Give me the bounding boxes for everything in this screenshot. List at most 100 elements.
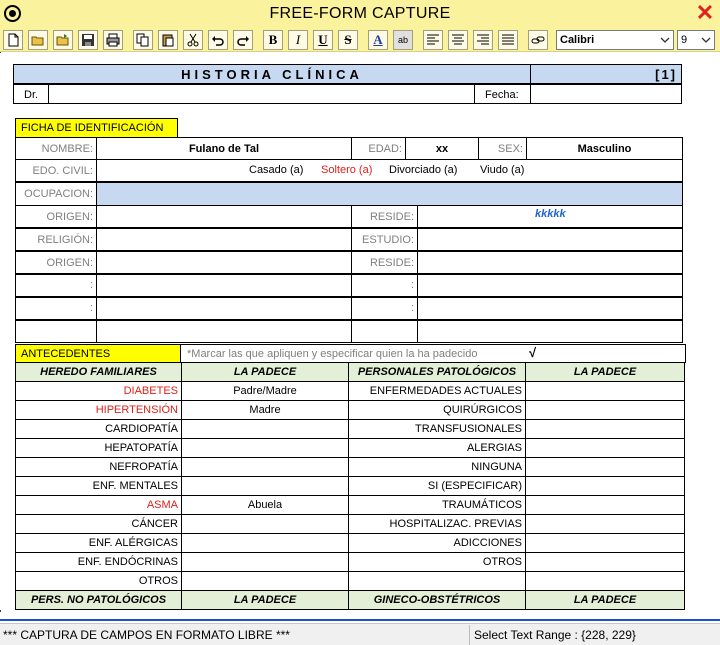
heredo-item-value[interactable] — [181, 438, 349, 458]
align-right-icon[interactable] — [473, 30, 493, 50]
heredo-item-value[interactable] — [181, 514, 349, 534]
open-folder-icon[interactable] — [28, 30, 48, 50]
heredo-item-value[interactable] — [181, 571, 349, 591]
dr-field[interactable] — [48, 84, 475, 104]
col-la-padece-3: LA PADECE — [181, 590, 349, 610]
copy-icon[interactable] — [133, 30, 153, 50]
new-file-icon[interactable] — [3, 30, 23, 50]
reside-field[interactable]: kkkkk — [417, 205, 683, 228]
close-button[interactable]: ✕ — [694, 1, 716, 25]
save-icon[interactable] — [78, 30, 98, 50]
extra-field-6[interactable] — [417, 320, 683, 343]
edad-value[interactable]: xx — [405, 137, 479, 160]
extra-label-6 — [351, 320, 418, 343]
heredo-item-value[interactable] — [181, 457, 349, 477]
personales-item-value[interactable] — [525, 533, 685, 553]
heredo-item-value[interactable] — [181, 419, 349, 439]
heredo-item-value[interactable] — [181, 476, 349, 496]
origen-label: ORIGEN: — [15, 205, 97, 228]
reside2-field[interactable] — [417, 251, 683, 274]
heredo-item-value[interactable]: Madre — [181, 400, 349, 420]
personales-item-label: TRANSFUSIONALES — [348, 419, 526, 439]
section-antecedentes: ANTECEDENTES — [15, 344, 181, 363]
ocupacion-label: OCUPACION: — [15, 182, 97, 206]
align-center-icon[interactable] — [448, 30, 468, 50]
heredo-item-label: DIABETES — [15, 381, 182, 401]
align-left-icon[interactable] — [423, 30, 443, 50]
toolbar: B I U S A ab Calibri 9 — [0, 28, 720, 52]
heredo-item-label: CARDIOPATÍA — [15, 419, 182, 439]
nombre-value[interactable]: Fulano de Tal — [96, 137, 352, 160]
redo-icon[interactable] — [233, 30, 253, 50]
undo-icon[interactable] — [208, 30, 228, 50]
extra-label-3: : — [15, 297, 97, 320]
casado-option[interactable]: Casado (a) — [249, 165, 303, 176]
personales-item-value[interactable] — [525, 552, 685, 572]
soltero-option[interactable]: Soltero (a) — [321, 165, 372, 176]
personales-item-label: NINGUNA — [348, 457, 526, 477]
col-gineco-obstetricos: GINECO-OBSTÉTRICOS — [348, 590, 526, 610]
italic-button[interactable]: I — [288, 30, 308, 50]
fecha-field[interactable] — [530, 84, 682, 104]
highlight-button[interactable]: ab — [393, 30, 413, 50]
link-icon[interactable] — [528, 30, 548, 50]
underline-button[interactable]: U — [313, 30, 333, 50]
personales-item-label: ADICCIONES — [348, 533, 526, 553]
personales-item-value[interactable] — [525, 400, 685, 420]
heredo-item-label: CÁNCER — [15, 514, 182, 534]
personales-item-value[interactable] — [525, 571, 685, 591]
document-editor[interactable]: HISTORIA CLÍNICA [1] Dr. Fecha: FICHA DE… — [0, 53, 720, 610]
title-bar: FREE-FORM CAPTURE ✕ — [0, 0, 720, 28]
extra-label-4: : — [351, 297, 418, 320]
strikethrough-button[interactable]: S — [338, 30, 358, 50]
extra-label-5 — [15, 320, 97, 343]
antecedentes-note: *Marcar las que apliquen y especificar q… — [180, 344, 686, 363]
print-icon[interactable] — [103, 30, 123, 50]
editor-bottom-rule — [0, 619, 720, 621]
paste-icon[interactable] — [158, 30, 178, 50]
font-size-select[interactable]: 9 — [677, 30, 715, 50]
origen2-field[interactable] — [96, 251, 352, 274]
edo-civil-options: Casado (a) Soltero (a) Divorciado (a) Vi… — [96, 159, 683, 182]
heredo-item-value[interactable]: Abuela — [181, 495, 349, 515]
heredo-item-value[interactable] — [181, 533, 349, 553]
font-color-button[interactable]: A — [368, 30, 388, 50]
font-family-select[interactable]: Calibri — [556, 30, 674, 50]
personales-item-value[interactable] — [525, 457, 685, 477]
edo-civil-label: EDO. CIVIL: — [15, 159, 97, 182]
fecha-label: Fecha: — [474, 84, 531, 104]
document-title: HISTORIA CLÍNICA — [13, 64, 531, 84]
status-bar: *** CAPTURA DE CAMPOS EN FORMATO LIBRE *… — [0, 623, 720, 645]
heredo-item-value[interactable] — [181, 552, 349, 572]
sex-label: SEX: — [478, 137, 527, 160]
col-personales-patologicos: PERSONALES PATOLÓGICOS — [348, 362, 526, 382]
extra-field-5[interactable] — [96, 320, 352, 343]
heredo-item-label: HEPATOPATÍA — [15, 438, 182, 458]
selection-range: Select Text Range : {228, 229} — [474, 628, 636, 642]
edad-label: EDAD: — [351, 137, 406, 160]
personales-item-value[interactable] — [525, 381, 685, 401]
personales-item-label: QUIRÚRGICOS — [348, 400, 526, 420]
personales-item-value[interactable] — [525, 438, 685, 458]
personales-item-value[interactable] — [525, 495, 685, 515]
ocupacion-field[interactable] — [96, 182, 683, 206]
extra-field-2[interactable] — [417, 274, 683, 297]
cut-icon[interactable] — [183, 30, 203, 50]
bold-button[interactable]: B — [263, 30, 283, 50]
sex-value[interactable]: Masculino — [526, 137, 683, 160]
religion-field[interactable] — [96, 228, 352, 251]
viudo-option[interactable]: Viudo (a) — [480, 165, 524, 176]
heredo-item-label: ENF. MENTALES — [15, 476, 182, 496]
justify-icon[interactable] — [498, 30, 518, 50]
heredo-item-value[interactable]: Padre/Madre — [181, 381, 349, 401]
extra-field-3[interactable] — [96, 297, 352, 320]
open-recent-icon[interactable] — [53, 30, 73, 50]
personales-item-value[interactable] — [525, 476, 685, 496]
extra-field-4[interactable] — [417, 297, 683, 320]
origen-field[interactable] — [96, 205, 352, 228]
personales-item-value[interactable] — [525, 419, 685, 439]
extra-field-1[interactable] — [96, 274, 352, 297]
estudio-field[interactable] — [417, 228, 683, 251]
personales-item-value[interactable] — [525, 514, 685, 534]
divorciado-option[interactable]: Divorciado (a) — [389, 165, 457, 176]
